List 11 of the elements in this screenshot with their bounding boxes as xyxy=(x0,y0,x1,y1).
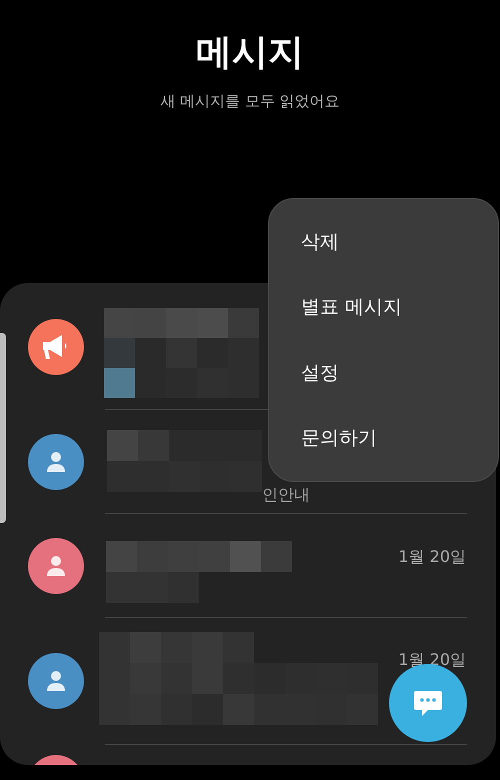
message-date: 1월 20일 xyxy=(398,546,466,568)
message-preview: 인안내 xyxy=(262,486,310,504)
menu-item[interactable]: 별표 메시지 xyxy=(269,274,498,340)
person-icon xyxy=(46,451,66,473)
person-icon xyxy=(46,670,66,692)
screen-title: 메시지 xyxy=(196,31,304,75)
screen-subtitle: 새 메시지를 모두 읽었어요 xyxy=(160,91,340,112)
person-icon xyxy=(46,555,66,577)
menu-item[interactable]: 삭제 xyxy=(269,209,498,274)
menu-item[interactable]: 설정 xyxy=(269,340,498,406)
menu-item[interactable]: 문의하기 xyxy=(269,406,498,471)
